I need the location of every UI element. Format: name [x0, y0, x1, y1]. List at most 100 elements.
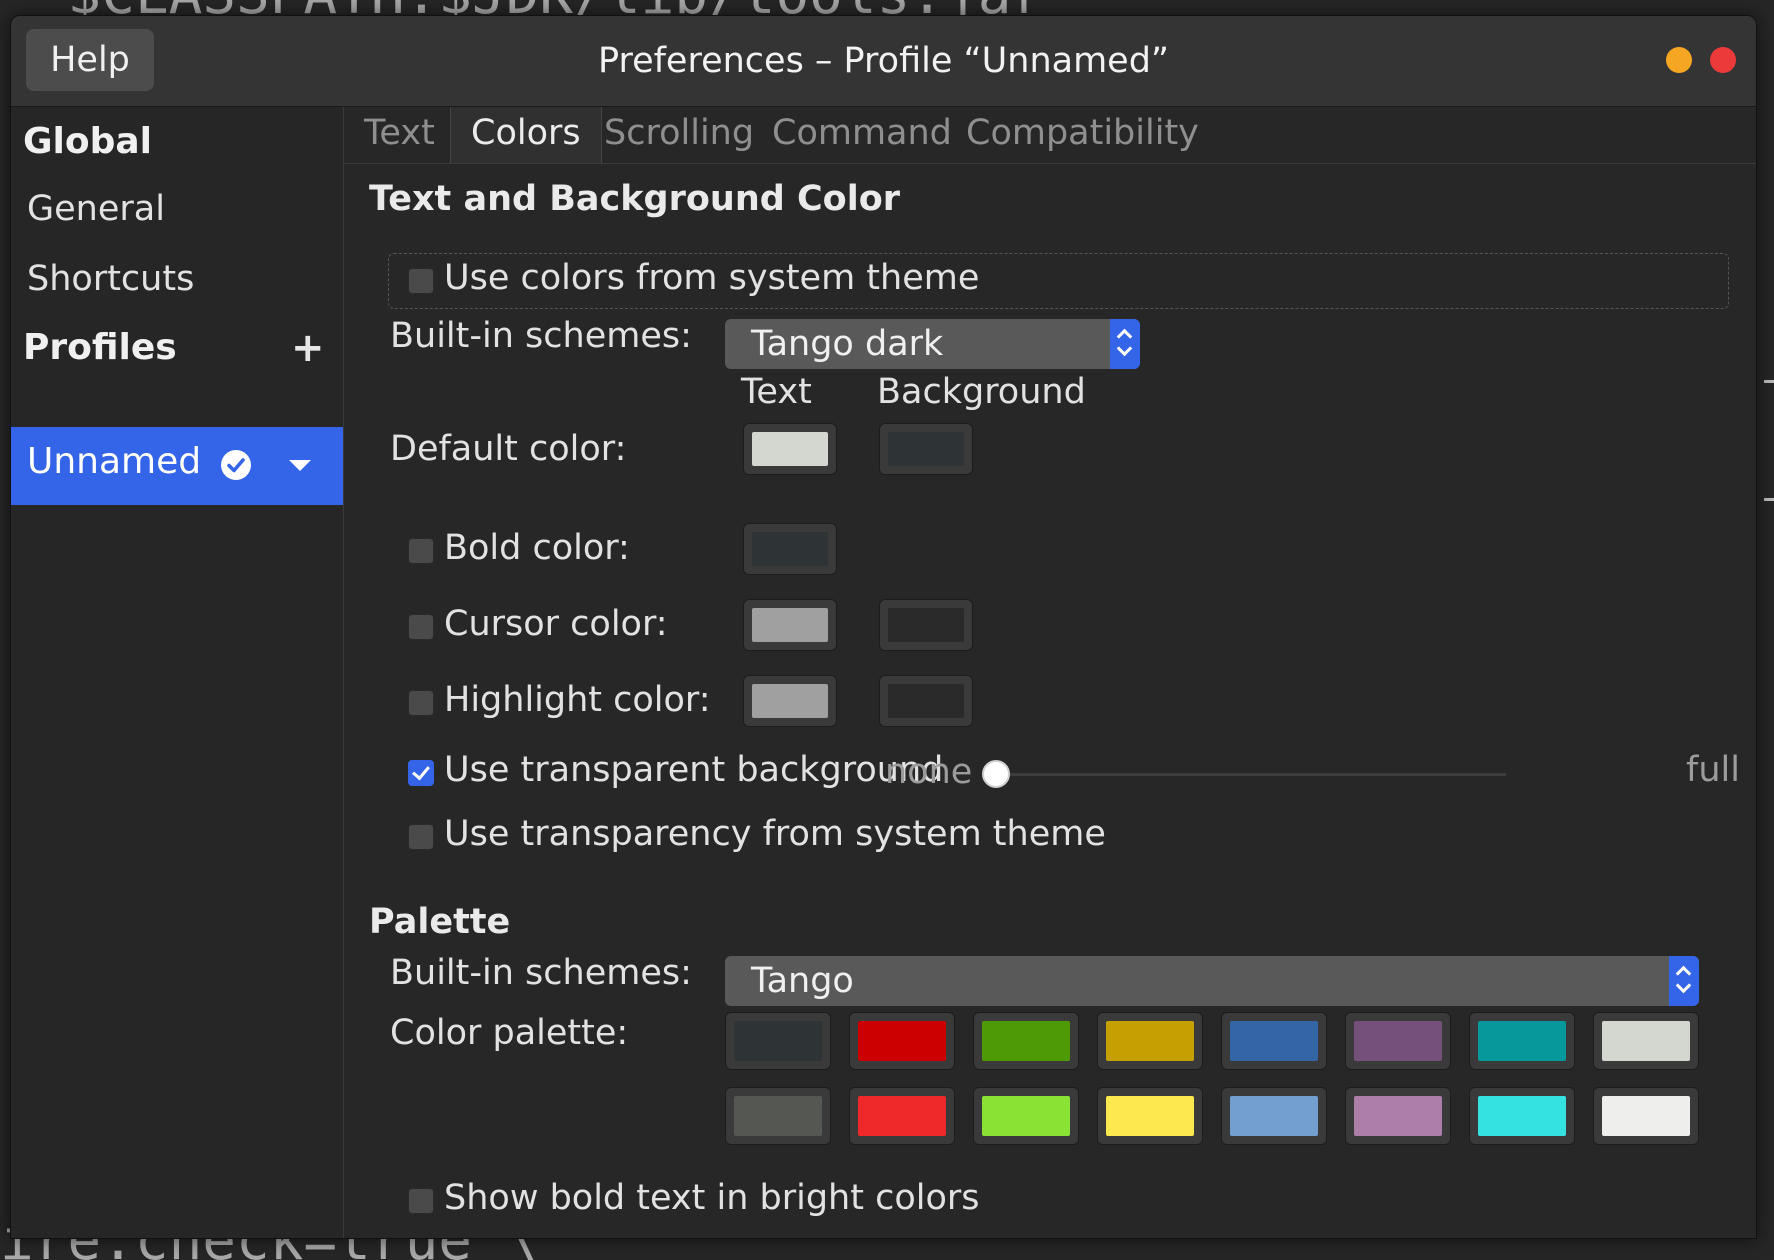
default-background-color-button[interactable] — [879, 423, 973, 475]
sidebar-item-shortcuts[interactable]: Shortcuts — [27, 259, 194, 299]
use-system-colors-checkbox[interactable] — [408, 268, 434, 294]
transparency-system-label[interactable]: Use transparency from system theme — [444, 814, 1106, 854]
use-system-colors-label[interactable]: Use colors from system theme — [444, 258, 979, 298]
swatch-fill — [982, 1096, 1070, 1136]
swatch-fill — [734, 1096, 822, 1136]
profile-name: Unnamed — [27, 441, 202, 482]
palette-color-12-button[interactable] — [1221, 1087, 1327, 1145]
swatch-fill — [752, 532, 828, 566]
default-profile-check-icon — [221, 450, 251, 480]
terminal-mark — [1764, 380, 1774, 383]
palette-builtin-schemes-label: Built-in schemes: — [390, 953, 692, 993]
swatch-fill — [1478, 1021, 1566, 1061]
minimize-button[interactable] — [1666, 47, 1692, 73]
builtin-schemes-select[interactable]: Tango dark — [725, 319, 1140, 369]
cursor-color-checkbox[interactable] — [408, 614, 434, 640]
transparent-background-label[interactable]: Use transparent background — [444, 750, 943, 790]
column-header-text: Text — [741, 372, 812, 412]
bold-color-label[interactable]: Bold color: — [444, 528, 630, 568]
bold-color-checkbox[interactable] — [408, 538, 434, 564]
tab-command[interactable]: Command — [752, 107, 972, 163]
tab-scrolling[interactable]: Scrolling — [584, 107, 774, 163]
palette-color-2-button[interactable] — [973, 1012, 1079, 1070]
default-color-label: Default color: — [390, 429, 627, 469]
palette-color-14-button[interactable] — [1469, 1087, 1575, 1145]
cursor-text-color-button[interactable] — [743, 599, 837, 651]
section-title-text-background: Text and Background Color — [369, 179, 901, 219]
builtin-schemes-value: Tango dark — [751, 324, 944, 364]
profile-menu-chevron-down-icon[interactable] — [289, 460, 311, 471]
window-title: Preferences – Profile “Unnamed” — [597, 41, 1170, 81]
show-bold-bright-label[interactable]: Show bold text in bright colors — [444, 1178, 980, 1218]
swatch-fill — [1106, 1021, 1194, 1061]
palette-builtin-schemes-value: Tango — [751, 961, 854, 1001]
tab-colors[interactable]: Colors — [450, 107, 602, 163]
palette-color-10-button[interactable] — [973, 1087, 1079, 1145]
swatch-fill — [1354, 1096, 1442, 1136]
sidebar-item-general[interactable]: General — [27, 189, 165, 229]
highlight-color-label[interactable]: Highlight color: — [444, 680, 711, 720]
swatch-fill — [1478, 1096, 1566, 1136]
swatch-fill — [1230, 1096, 1318, 1136]
palette-color-15-button[interactable] — [1593, 1087, 1699, 1145]
cursor-color-label[interactable]: Cursor color: — [444, 604, 668, 644]
builtin-schemes-label: Built-in schemes: — [390, 316, 692, 356]
content-area: Text Colors Scrolling Command Compatibil… — [344, 107, 1756, 1238]
add-profile-icon[interactable]: + — [291, 325, 325, 371]
transparency-max-label: full — [1686, 750, 1740, 790]
transparency-min-label: none — [885, 752, 973, 792]
swatch-fill — [1602, 1096, 1690, 1136]
tab-compatibility[interactable]: Compatibility — [946, 107, 1219, 163]
palette-color-13-button[interactable] — [1345, 1087, 1451, 1145]
swatch-fill — [888, 432, 964, 466]
highlight-background-color-button[interactable] — [879, 675, 973, 727]
terminal-mark — [1764, 498, 1774, 501]
transparency-slider-handle[interactable] — [982, 760, 1010, 788]
highlight-color-checkbox[interactable] — [408, 690, 434, 716]
palette-color-3-button[interactable] — [1097, 1012, 1203, 1070]
swatch-fill — [858, 1096, 946, 1136]
palette-color-7-button[interactable] — [1593, 1012, 1699, 1070]
palette-builtin-schemes-select[interactable]: Tango — [725, 956, 1699, 1006]
tab-text[interactable]: Text — [344, 107, 455, 163]
column-header-background: Background — [877, 372, 1086, 412]
swatch-fill — [734, 1021, 822, 1061]
transparency-slider-track[interactable] — [984, 773, 1506, 776]
spin-arrows-icon — [1110, 319, 1140, 369]
bold-color-button[interactable] — [743, 523, 837, 575]
palette-color-8-button[interactable] — [725, 1087, 831, 1145]
palette-color-4-button[interactable] — [1221, 1012, 1327, 1070]
swatch-fill — [752, 684, 828, 718]
palette-color-5-button[interactable] — [1345, 1012, 1451, 1070]
swatch-fill — [1230, 1021, 1318, 1061]
sidebar: Global General Shortcuts Profiles + Unna… — [11, 107, 344, 1238]
preferences-window: Help Preferences – Profile “Unnamed” Glo… — [10, 15, 1757, 1239]
swatch-fill — [888, 684, 964, 718]
palette-color-0-button[interactable] — [725, 1012, 831, 1070]
palette-color-9-button[interactable] — [849, 1087, 955, 1145]
title-bar: Help Preferences – Profile “Unnamed” — [11, 16, 1756, 107]
transparency-system-checkbox[interactable] — [408, 824, 434, 850]
spin-arrows-icon — [1669, 956, 1699, 1006]
sidebar-item-profile-unnamed[interactable]: Unnamed — [11, 427, 343, 505]
sidebar-header-profiles: Profiles — [23, 327, 177, 368]
palette-color-6-button[interactable] — [1469, 1012, 1575, 1070]
section-title-palette: Palette — [369, 902, 511, 942]
swatch-fill — [1602, 1021, 1690, 1061]
sidebar-header-global: Global — [23, 121, 153, 162]
swatch-fill — [1354, 1021, 1442, 1061]
highlight-text-color-button[interactable] — [743, 675, 837, 727]
swatch-fill — [752, 608, 828, 642]
show-bold-bright-checkbox[interactable] — [408, 1188, 434, 1214]
default-text-color-button[interactable] — [743, 423, 837, 475]
swatch-fill — [858, 1021, 946, 1061]
palette-color-11-button[interactable] — [1097, 1087, 1203, 1145]
transparent-background-checkbox[interactable] — [408, 760, 434, 786]
swatch-fill — [888, 608, 964, 642]
cursor-background-color-button[interactable] — [879, 599, 973, 651]
close-button[interactable] — [1710, 47, 1736, 73]
tab-bar: Text Colors Scrolling Command Compatibil… — [344, 107, 1756, 164]
color-palette-label: Color palette: — [390, 1013, 629, 1053]
palette-color-1-button[interactable] — [849, 1012, 955, 1070]
swatch-fill — [1106, 1096, 1194, 1136]
